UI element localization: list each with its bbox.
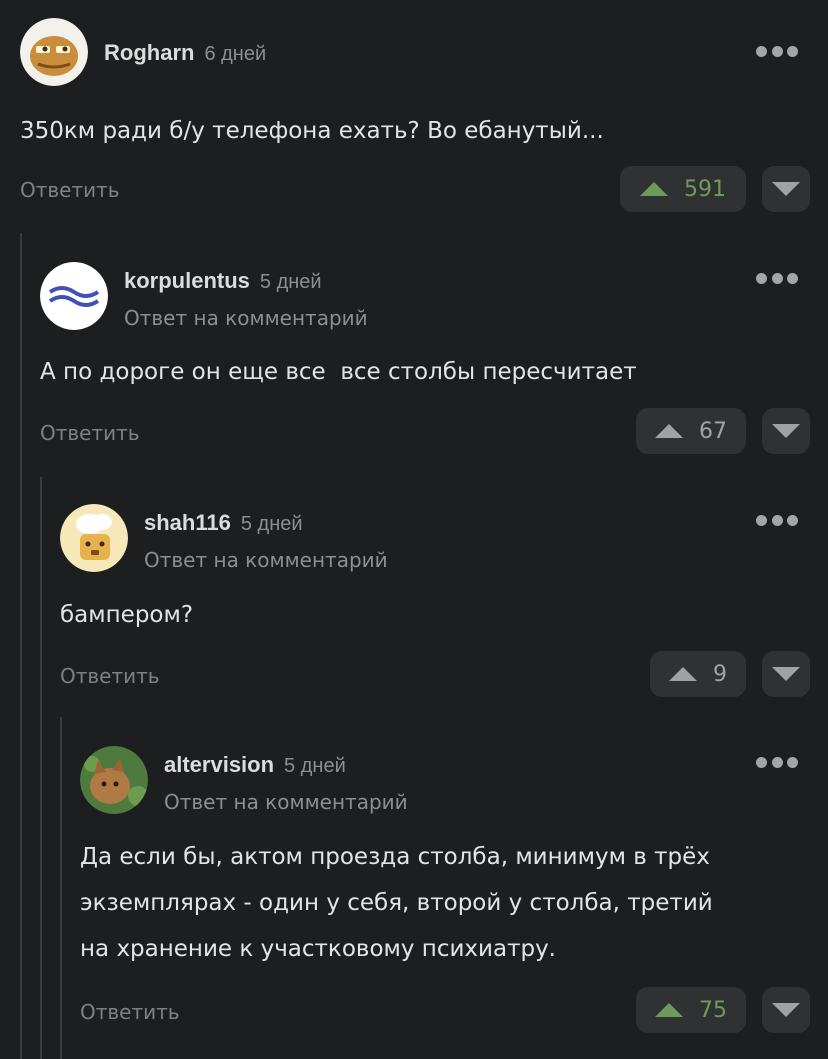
thread-line-level-2 xyxy=(40,477,42,1059)
upvote-arrow-icon xyxy=(655,424,683,438)
comment-header: Rogharn 6 дней xyxy=(20,18,828,88)
comment-time: 5 дней xyxy=(259,271,322,293)
comment-header: altervision 5 дней Ответ на комментарий xyxy=(80,746,828,816)
upvote-button[interactable]: 591 xyxy=(620,166,746,212)
author-name[interactable]: shah116 5 дней xyxy=(144,510,303,536)
author-name[interactable]: korpulentus 5 дней xyxy=(124,268,322,294)
downvote-button[interactable] xyxy=(762,408,810,454)
comment: altervision 5 дней Ответ на комментарий Д… xyxy=(80,746,828,1046)
reply-button[interactable]: Ответить xyxy=(40,421,140,445)
wave-avatar-icon[interactable] xyxy=(40,262,108,330)
comment-header: shah116 5 дней Ответ на комментарий xyxy=(60,504,828,574)
comment-time: 5 дней xyxy=(284,755,346,777)
comment-time: 6 дней xyxy=(204,43,267,65)
reply-to-label[interactable]: Ответ на комментарий xyxy=(164,790,408,814)
downvote-arrow-icon xyxy=(772,1003,800,1017)
rating-count: 9 xyxy=(713,661,727,687)
rating-count: 67 xyxy=(699,418,727,444)
author-name-text[interactable]: korpulentus xyxy=(124,268,250,293)
downvote-arrow-icon xyxy=(772,182,800,196)
more-options-icon[interactable] xyxy=(756,757,798,769)
comment-text: А по дороге он еще все все столбы пересч… xyxy=(40,359,637,385)
upvote-button[interactable]: 9 xyxy=(650,651,746,697)
reply-button[interactable]: Ответить xyxy=(20,178,120,202)
rating-count: 591 xyxy=(684,176,726,202)
reply-button[interactable]: Ответить xyxy=(80,1000,180,1024)
comment-text: бампером? xyxy=(60,602,194,628)
more-options-icon[interactable] xyxy=(756,273,798,285)
author-name[interactable]: Rogharn 6 дней xyxy=(104,40,266,66)
author-name-text[interactable]: shah116 xyxy=(144,510,231,535)
more-options-icon[interactable] xyxy=(756,515,798,527)
upvote-arrow-icon xyxy=(669,667,697,681)
upvote-arrow-icon xyxy=(655,1003,683,1017)
upvote-arrow-icon xyxy=(640,182,668,196)
downvote-button[interactable] xyxy=(762,651,810,697)
chef-avatar-icon[interactable] xyxy=(60,504,128,572)
more-options-icon[interactable] xyxy=(756,46,798,58)
downvote-arrow-icon xyxy=(772,424,800,438)
author-name[interactable]: altervision 5 дней xyxy=(164,752,346,778)
comment-time: 5 дней xyxy=(240,513,303,535)
comment: shah116 5 дней Ответ на комментарий бампе… xyxy=(60,504,828,704)
downvote-arrow-icon xyxy=(772,667,800,681)
upvote-button[interactable]: 67 xyxy=(636,408,746,454)
upvote-button[interactable]: 75 xyxy=(636,987,746,1033)
downvote-button[interactable] xyxy=(762,166,810,212)
comment-text: Да если бы, актом проезда столба, миниму… xyxy=(80,844,713,962)
comment: korpulentus 5 дней Ответ на комментарий А… xyxy=(40,262,828,462)
pepe-avatar-icon[interactable] xyxy=(20,18,88,86)
reply-to-label[interactable]: Ответ на комментарий xyxy=(124,306,368,330)
rating-count: 75 xyxy=(699,997,727,1023)
comment: Rogharn 6 дней 350км ради б/у телефона ех… xyxy=(20,18,828,218)
author-name-text[interactable]: altervision xyxy=(164,752,274,777)
reply-button[interactable]: Ответить xyxy=(60,664,160,688)
cat-avatar-icon[interactable] xyxy=(80,746,148,814)
thread-line-level-3 xyxy=(60,717,62,1059)
thread-line-level-1 xyxy=(20,233,22,1059)
downvote-button[interactable] xyxy=(762,987,810,1033)
reply-to-label[interactable]: Ответ на комментарий xyxy=(144,548,388,572)
comment-text: 350км ради б/у телефона ехать? Во ебанут… xyxy=(20,118,604,144)
author-name-text[interactable]: Rogharn xyxy=(104,40,194,65)
comment-header: korpulentus 5 дней Ответ на комментарий xyxy=(40,262,828,332)
